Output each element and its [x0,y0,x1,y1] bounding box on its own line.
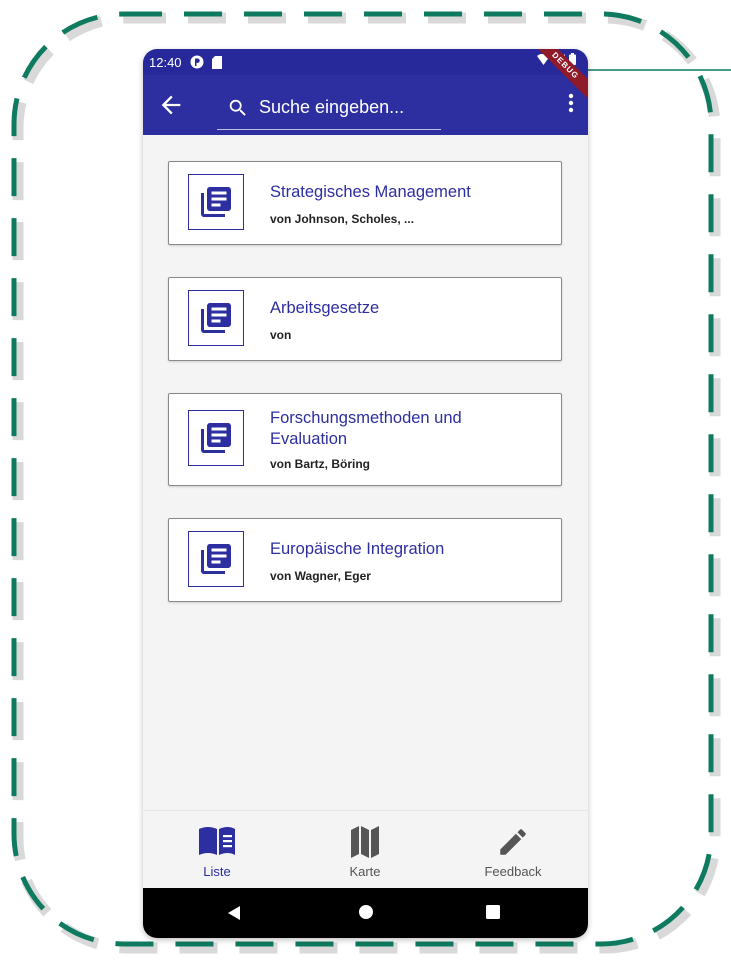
more-vert-icon [568,93,574,113]
book-authors: von Wagner, Eger [270,569,371,583]
library-books-icon [188,174,244,230]
system-navigation-bar [143,888,588,938]
list-item[interactable]: Forschungsmethoden und Evaluation von Ba… [168,393,562,486]
pencil-icon [496,825,530,864]
system-home-button[interactable] [358,904,374,925]
sd-card-icon [211,55,222,69]
square-recents-icon [486,905,500,919]
book-title: Arbeitsgesetze [270,299,380,317]
search-input[interactable] [257,91,441,123]
circle-home-icon [359,905,373,919]
overflow-menu-button[interactable] [568,93,574,118]
nav-item-karte[interactable]: Karte [291,811,439,889]
phone-screen: 12:40 Suche eingeben... DEBUG Strategisc… [143,49,588,938]
book-authors: von Johnson, Scholes, ... [270,212,415,226]
bottom-navigation: Liste Karte Feedback [143,810,588,889]
triangle-back-icon [228,906,240,920]
library-books-icon [188,531,244,587]
arrow-back-icon [161,95,181,115]
status-bar: 12:40 [143,49,588,75]
app-bar [143,75,588,135]
system-recents-button[interactable] [486,905,500,924]
library-books-icon [188,290,244,346]
nav-label: Karte [349,864,381,879]
status-time: 12:40 [149,54,182,70]
book-title: Strategisches Management [270,183,471,201]
map-icon [350,825,380,864]
list-item[interactable]: Arbeitsgesetze von [168,277,562,361]
list-item[interactable]: Europäische Integration von Wagner, Eger [168,518,562,602]
back-button[interactable] [157,91,185,119]
nav-item-feedback[interactable]: Feedback [439,811,587,889]
nav-item-liste[interactable]: Liste [143,811,291,889]
list-item[interactable]: Strategisches Management von Johnson, Sc… [168,161,562,245]
nav-label: Liste [203,864,231,879]
book-title: Europäische Integration [270,540,445,558]
search-icon [227,97,249,124]
book-authors: von Bartz, Böring [270,457,371,471]
nav-label: Feedback [484,864,542,879]
book-title: Forschungsmethoden und Evaluation [270,409,462,448]
book-open-icon [197,825,237,862]
library-books-icon [188,410,244,466]
notification-app-icon [190,55,204,69]
book-authors: von [270,328,292,342]
search-field[interactable] [217,85,441,130]
system-back-button[interactable] [227,905,241,926]
